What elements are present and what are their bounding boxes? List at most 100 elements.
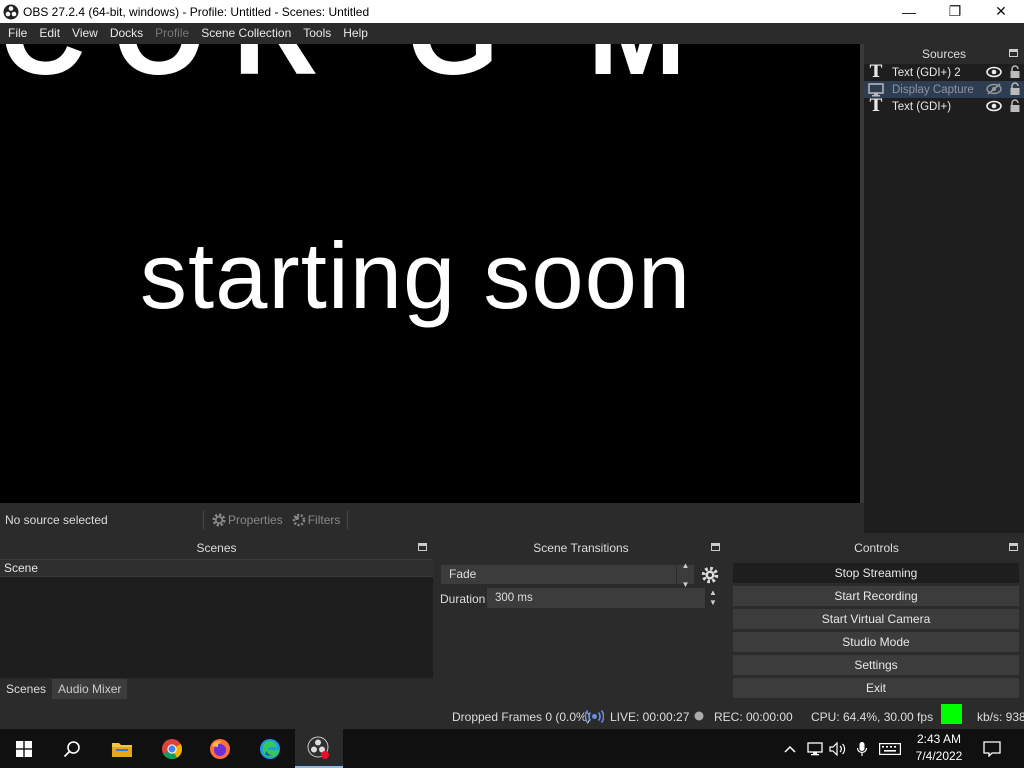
start-recording-button[interactable]: Start Recording bbox=[733, 586, 1019, 606]
properties-label: Properties bbox=[228, 513, 283, 527]
transition-settings-gear-icon[interactable] bbox=[700, 565, 720, 585]
scene-item[interactable]: Scene bbox=[0, 560, 433, 577]
lock-icon[interactable] bbox=[1009, 65, 1021, 79]
source-toolbar: No source selected Properties Filters bbox=[0, 503, 864, 537]
dock-float-icon[interactable] bbox=[1009, 543, 1018, 551]
preview-top-text: COR G M bbox=[0, 44, 860, 102]
gear-icon bbox=[212, 513, 226, 527]
tab-scenes[interactable]: Scenes bbox=[0, 679, 53, 699]
duration-spinner[interactable]: ▲ ▼ bbox=[706, 588, 720, 608]
chrome-icon bbox=[162, 738, 183, 759]
source-item-text-gdi-2[interactable]: T Text (GDI+) 2 bbox=[864, 64, 1024, 81]
controls-title: Controls bbox=[854, 541, 899, 555]
clock-date: 7/4/2022 bbox=[915, 749, 963, 763]
sources-header: Sources bbox=[864, 44, 1024, 64]
menu-help[interactable]: Help bbox=[337, 23, 374, 44]
settings-button[interactable]: Settings bbox=[733, 655, 1019, 675]
source-label: Text (GDI+) 2 bbox=[892, 66, 961, 79]
menu-tools[interactable]: Tools bbox=[297, 23, 337, 44]
taskbar-obs[interactable] bbox=[295, 729, 343, 768]
title-bar: OBS 27.2.4 (64-bit, windows) - Profile: … bbox=[0, 0, 1024, 23]
live-broadcast-icon bbox=[585, 710, 604, 723]
tray-overflow-button[interactable] bbox=[782, 729, 798, 768]
dock-float-icon[interactable] bbox=[711, 543, 720, 551]
transitions-title: Scene Transitions bbox=[533, 541, 629, 555]
tray-network[interactable] bbox=[806, 729, 824, 768]
sources-dock: Sources T Text (GDI+) 2 Display Capture … bbox=[864, 44, 1024, 533]
filters-button[interactable]: Filters bbox=[287, 512, 345, 528]
tab-audio-mixer[interactable]: Audio Mixer bbox=[52, 679, 128, 699]
preview-canvas[interactable]: COR G M starting soon bbox=[0, 44, 860, 503]
record-icon bbox=[694, 711, 704, 721]
status-bar: Dropped Frames 0 (0.0%) LIVE: 00:00:27 R… bbox=[0, 703, 1024, 729]
search-icon bbox=[63, 740, 80, 757]
transition-value: Fade bbox=[449, 567, 477, 581]
menu-view[interactable]: View bbox=[66, 23, 104, 44]
sources-title: Sources bbox=[921, 47, 967, 61]
eye-icon[interactable] bbox=[986, 100, 1002, 112]
menu-docks[interactable]: Docks bbox=[104, 23, 149, 44]
edge-icon bbox=[260, 738, 280, 759]
tray-microphone[interactable] bbox=[854, 729, 870, 768]
start-virtual-camera-button[interactable]: Start Virtual Camera bbox=[733, 609, 1019, 629]
scenes-header: Scenes bbox=[0, 538, 433, 558]
chevron-up-icon bbox=[784, 745, 796, 753]
taskbar-firefox[interactable] bbox=[196, 729, 244, 768]
duration-input[interactable]: 300 ms bbox=[487, 588, 705, 608]
source-item-display-capture[interactable]: Display Capture bbox=[864, 81, 1024, 98]
scenes-list: Scene bbox=[0, 559, 433, 678]
obs-app-icon bbox=[3, 4, 19, 19]
dock-float-icon[interactable] bbox=[1009, 49, 1018, 57]
speaker-icon bbox=[829, 741, 846, 756]
text-icon: T bbox=[869, 96, 883, 116]
keyboard-icon bbox=[879, 742, 901, 755]
taskbar-search-button[interactable] bbox=[48, 729, 96, 768]
firefox-icon bbox=[210, 738, 230, 759]
tray-keyboard[interactable] bbox=[877, 729, 903, 768]
maximize-button[interactable]: ❐ bbox=[932, 0, 978, 23]
menu-profile[interactable]: Profile bbox=[149, 23, 195, 44]
minimize-button[interactable]: — bbox=[886, 0, 932, 23]
tray-volume[interactable] bbox=[829, 729, 847, 768]
filters-label: Filters bbox=[307, 513, 341, 527]
menu-edit[interactable]: Edit bbox=[33, 23, 66, 44]
stop-streaming-button[interactable]: Stop Streaming bbox=[733, 563, 1019, 583]
windows-taskbar: 2:43 AM 7/4/2022 bbox=[0, 729, 1024, 768]
action-center-button[interactable] bbox=[980, 729, 1004, 768]
scenes-tabs: Scenes Audio Mixer bbox=[0, 679, 128, 699]
lock-icon[interactable] bbox=[1009, 99, 1021, 113]
clock-time: 2:43 AM bbox=[916, 732, 962, 746]
taskbar-edge[interactable] bbox=[246, 729, 294, 768]
start-button[interactable] bbox=[0, 729, 48, 768]
properties-button[interactable]: Properties bbox=[207, 512, 287, 528]
eye-icon[interactable] bbox=[986, 66, 1002, 78]
eye-hidden-icon[interactable] bbox=[986, 83, 1002, 95]
dropped-frames: Dropped Frames 0 (0.0%) bbox=[452, 710, 591, 724]
taskbar-file-explorer[interactable] bbox=[98, 729, 146, 768]
microphone-icon bbox=[856, 741, 868, 756]
dock-float-icon[interactable] bbox=[418, 543, 427, 551]
live-time: LIVE: 00:00:27 bbox=[610, 710, 690, 724]
updown-chevron-icon: ▲ ▼ bbox=[676, 561, 694, 589]
source-label: Display Capture bbox=[892, 83, 974, 96]
exit-button[interactable]: Exit bbox=[733, 678, 1019, 698]
close-button[interactable]: ✕ bbox=[978, 0, 1024, 23]
text-icon: T bbox=[869, 62, 883, 82]
controls-dock: Controls Stop Streaming Start Recording … bbox=[729, 538, 1024, 700]
obs-icon bbox=[307, 736, 329, 759]
lock-icon[interactable] bbox=[1009, 82, 1021, 96]
transition-select[interactable]: Fade ▲ ▼ bbox=[441, 561, 694, 589]
menu-bar: File Edit View Docks Profile Scene Colle… bbox=[0, 23, 1024, 44]
filter-icon bbox=[292, 513, 305, 527]
toolbar-divider bbox=[347, 510, 349, 530]
network-icon bbox=[807, 741, 823, 755]
studio-mode-button[interactable]: Studio Mode bbox=[733, 632, 1019, 652]
menu-scene-collection[interactable]: Scene Collection bbox=[195, 23, 297, 44]
cpu-fps: CPU: 64.4%, 30.00 fps bbox=[811, 710, 934, 724]
rec-time: REC: 00:00:00 bbox=[714, 710, 793, 724]
menu-file[interactable]: File bbox=[2, 23, 33, 44]
scenes-title: Scenes bbox=[196, 541, 237, 555]
taskbar-clock[interactable]: 2:43 AM 7/4/2022 bbox=[906, 731, 972, 765]
source-item-text-gdi[interactable]: T Text (GDI+) bbox=[864, 98, 1024, 115]
taskbar-chrome[interactable] bbox=[148, 729, 196, 768]
